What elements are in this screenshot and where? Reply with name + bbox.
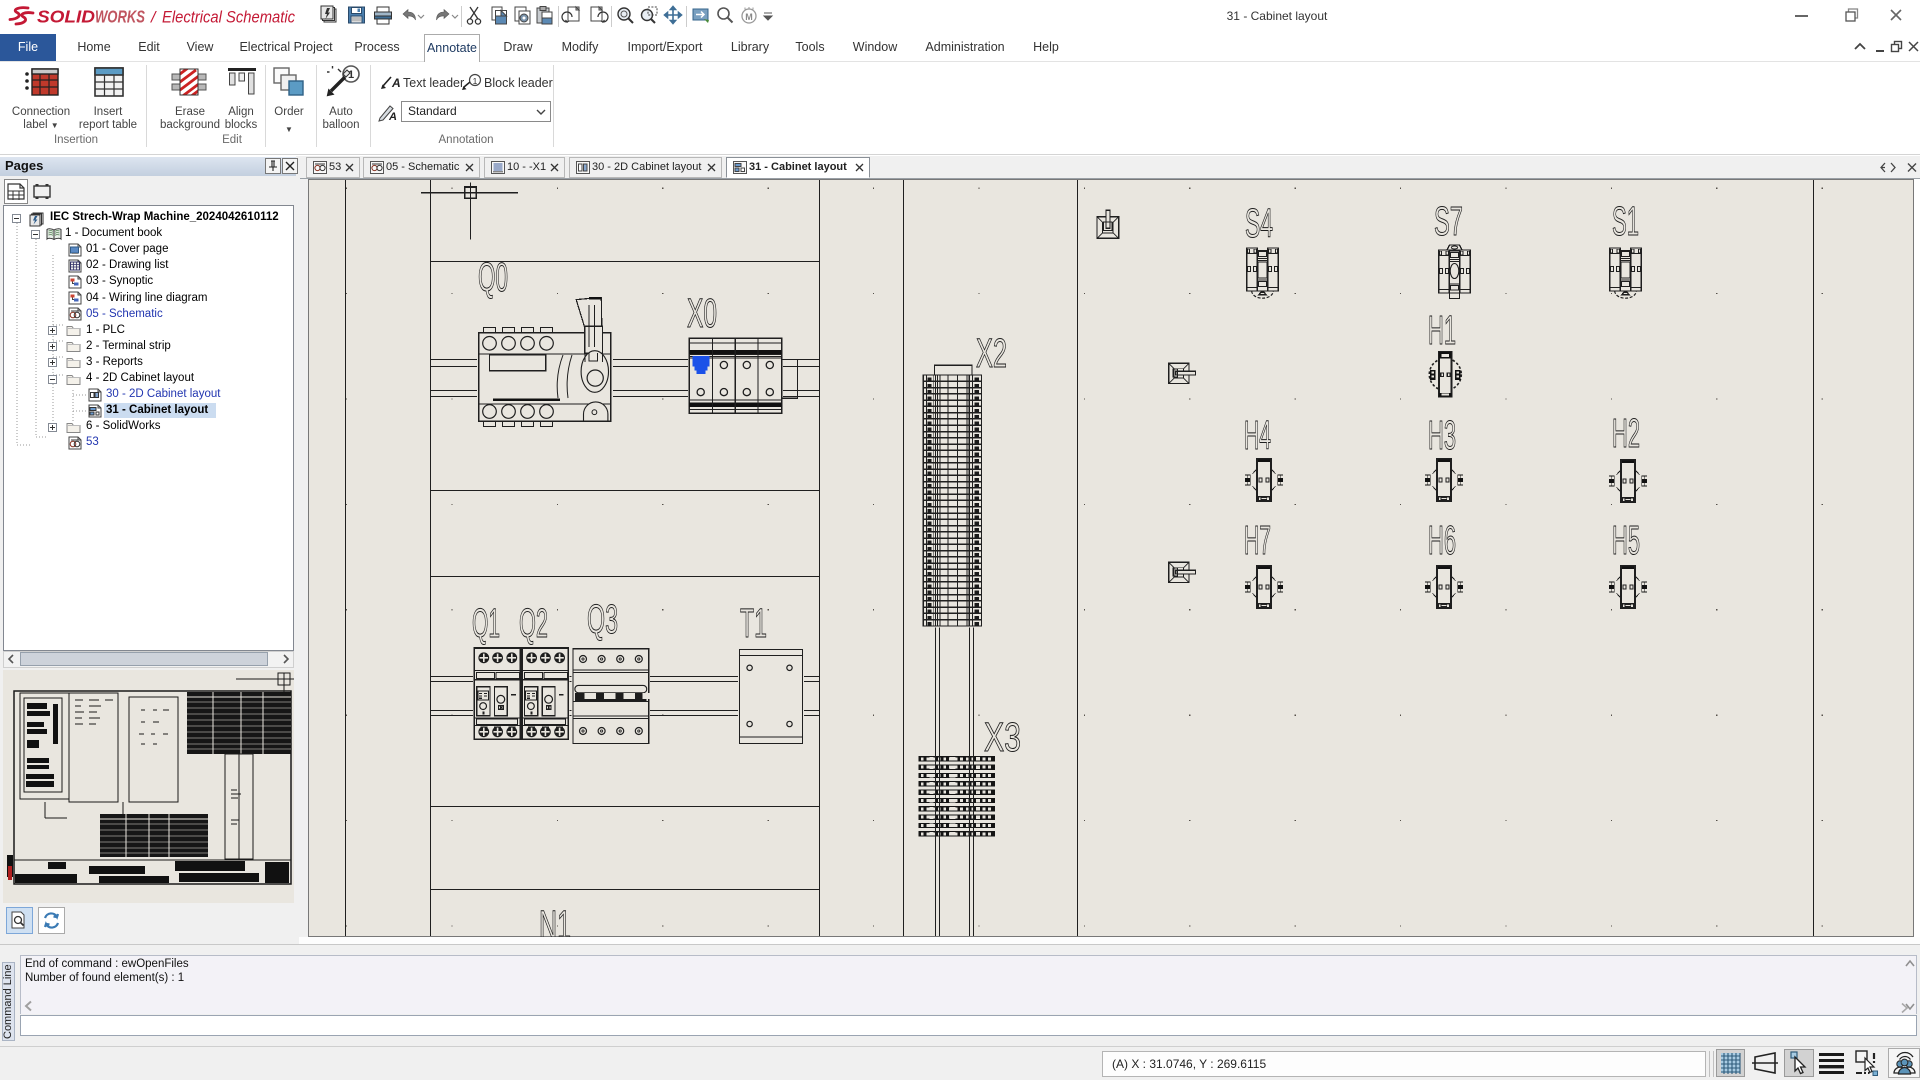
svg-text:M: M xyxy=(745,12,753,22)
svg-text:WORKS: WORKS xyxy=(95,7,145,27)
svg-text:X3: X3 xyxy=(984,714,1021,760)
svg-text:H4: H4 xyxy=(1244,412,1271,458)
svg-text:T1: T1 xyxy=(740,600,767,646)
svg-text:A: A xyxy=(391,76,401,90)
svg-text:H1: H1 xyxy=(1428,307,1456,353)
svg-text:H3: H3 xyxy=(1428,412,1456,458)
svg-text:Electrical Schematic: Electrical Schematic xyxy=(162,8,295,27)
svg-text:S4: S4 xyxy=(1245,200,1273,246)
svg-text:Q3: Q3 xyxy=(587,596,618,642)
svg-text:Q2: Q2 xyxy=(519,600,548,646)
svg-text:Q0: Q0 xyxy=(478,254,508,300)
svg-text:H5: H5 xyxy=(1612,517,1640,563)
svg-text:X2: X2 xyxy=(976,330,1007,376)
svg-text:1: 1 xyxy=(348,69,354,81)
svg-text:H7: H7 xyxy=(1244,517,1271,563)
svg-text:1: 1 xyxy=(473,76,478,86)
svg-text:/: / xyxy=(150,10,157,27)
svg-text:H6: H6 xyxy=(1428,517,1456,563)
svg-text:A: A xyxy=(388,111,397,123)
svg-text:Q1: Q1 xyxy=(472,600,500,646)
svg-text:S7: S7 xyxy=(1434,198,1463,244)
svg-text:S1: S1 xyxy=(1612,198,1639,244)
svg-text:SOLID: SOLID xyxy=(37,7,95,27)
svg-text:X0: X0 xyxy=(687,290,717,336)
svg-text:H2: H2 xyxy=(1612,410,1640,456)
